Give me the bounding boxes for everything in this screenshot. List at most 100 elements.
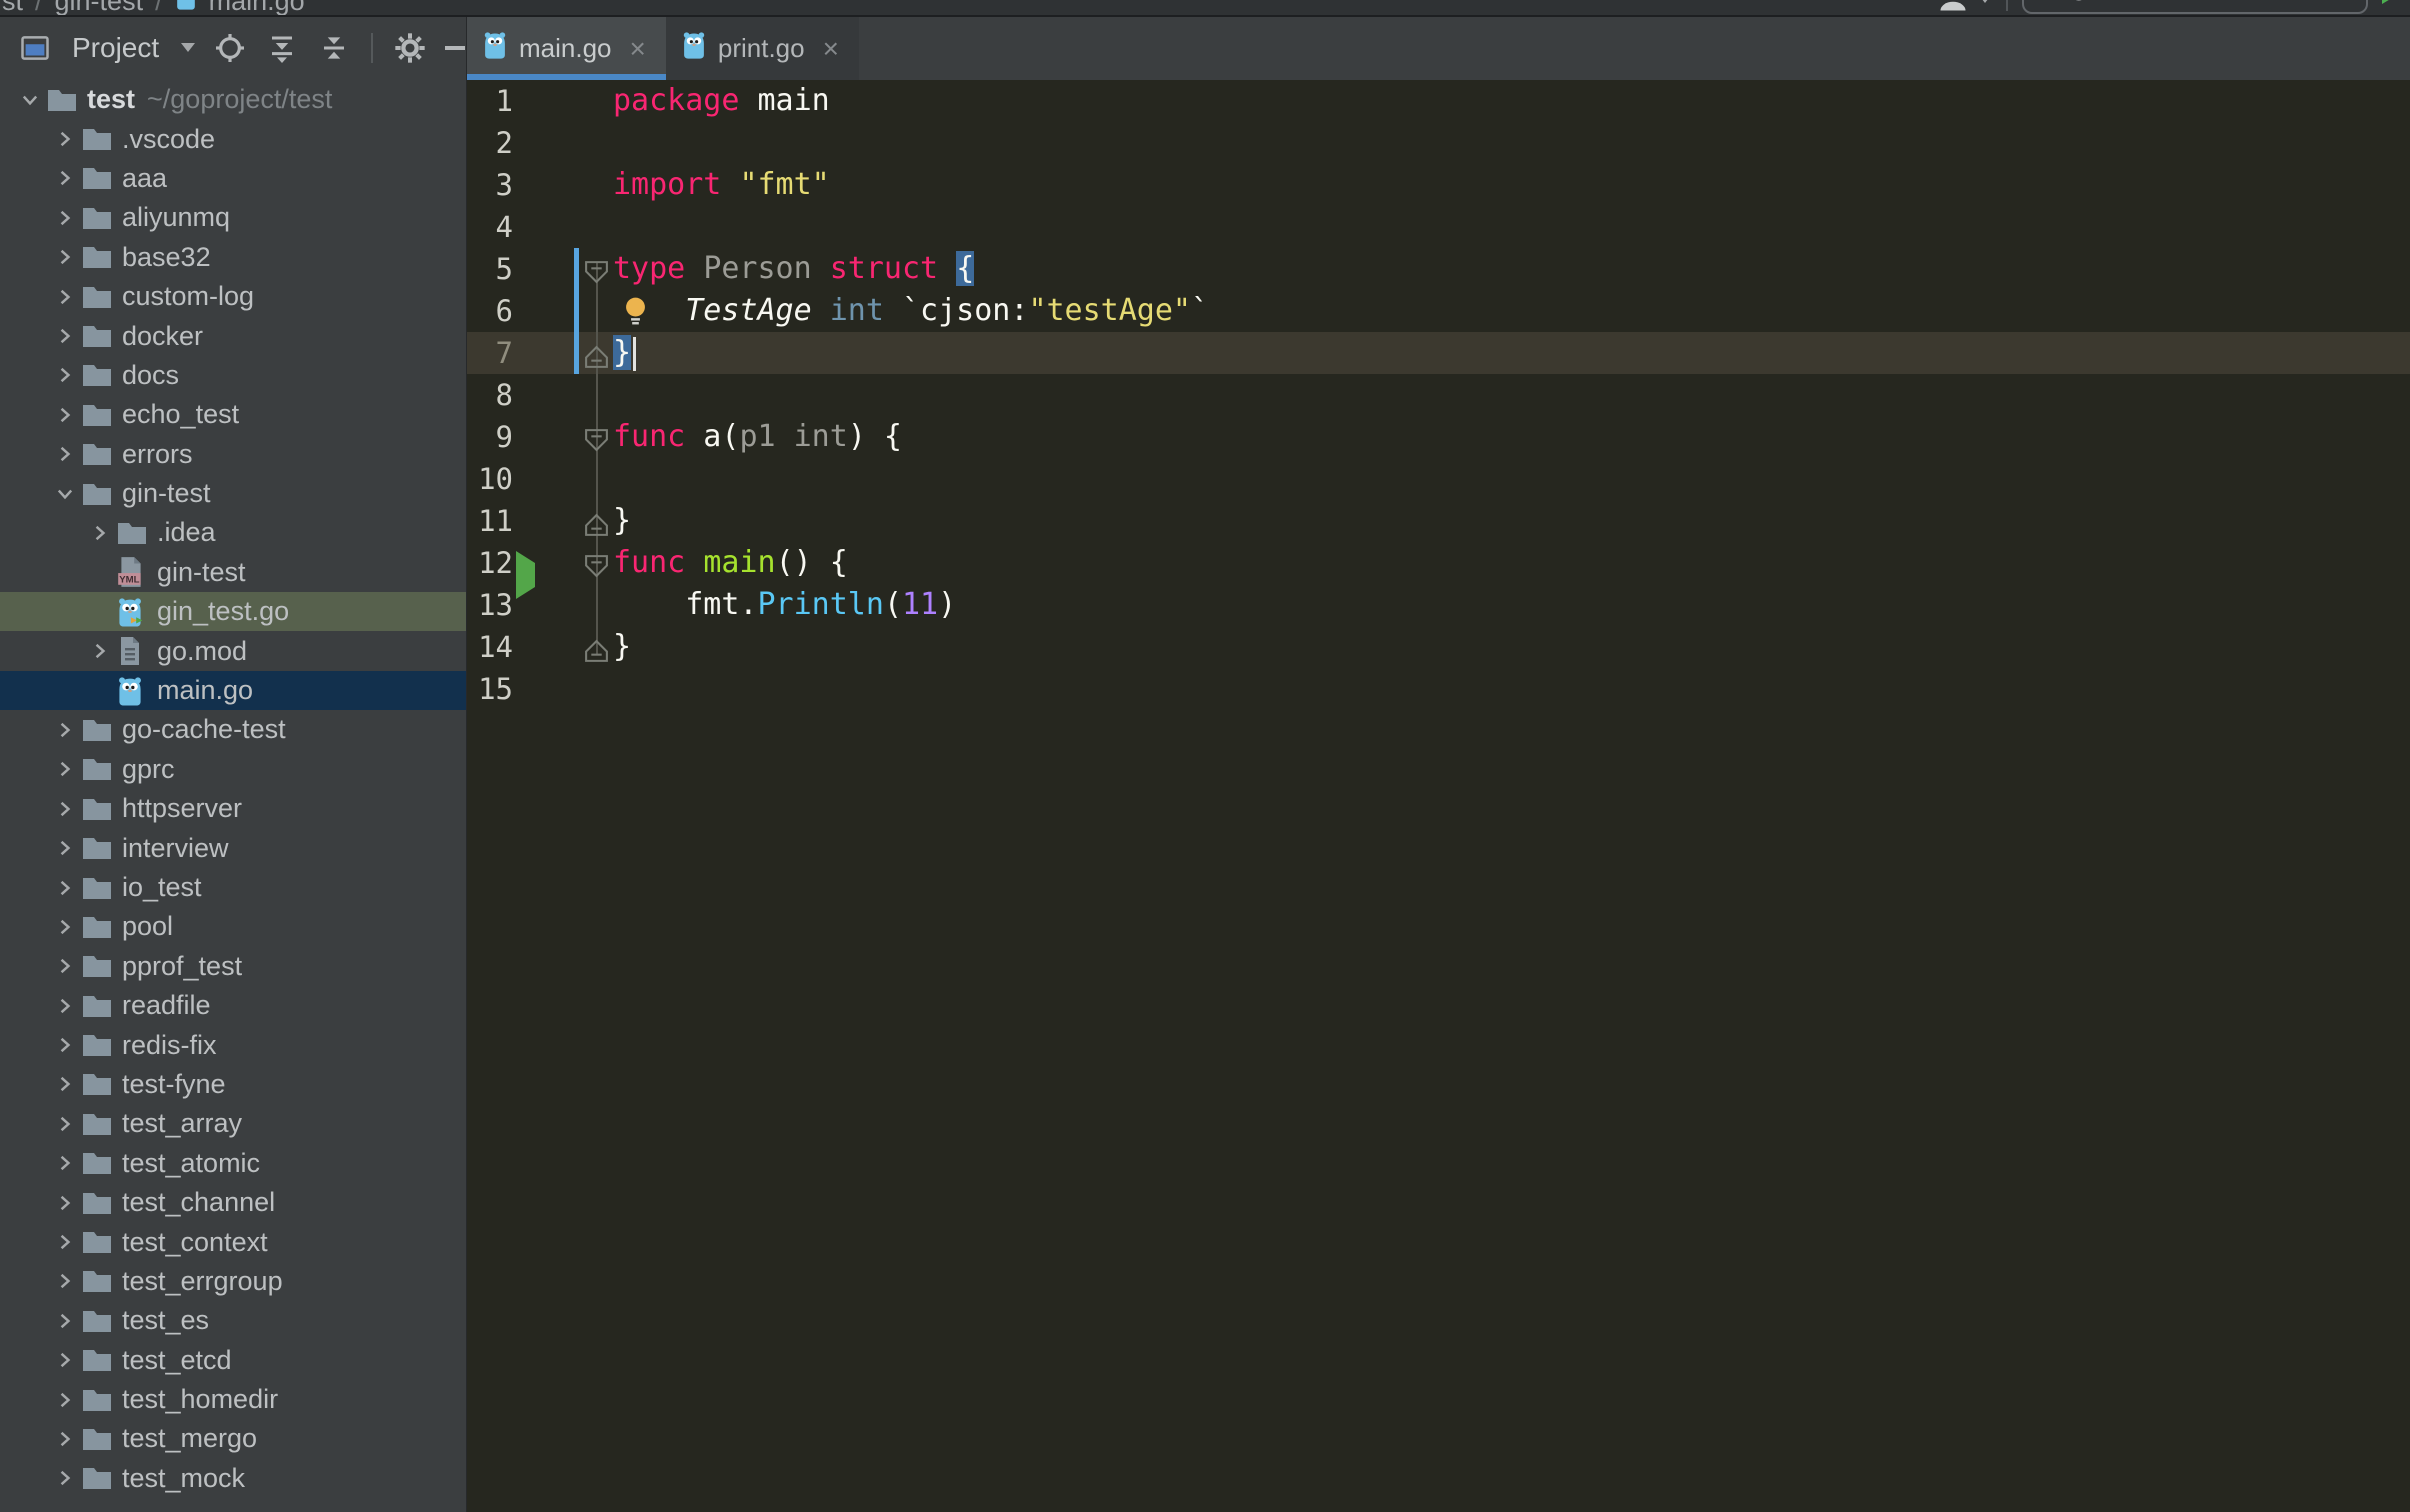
line-number[interactable]: 11 bbox=[467, 500, 513, 542]
tree-row[interactable]: test_atomic bbox=[0, 1144, 466, 1183]
chevron-right-icon[interactable] bbox=[48, 286, 82, 308]
tree-row[interactable]: redis-fix bbox=[0, 1025, 466, 1064]
tree-row[interactable]: httpserver bbox=[0, 789, 466, 828]
vcs-change-bar[interactable] bbox=[574, 248, 579, 374]
code-line[interactable]: 3import "fmt" bbox=[467, 164, 2410, 206]
line-number[interactable]: 3 bbox=[467, 164, 513, 206]
tree-row[interactable]: gin-test bbox=[0, 474, 466, 513]
tree-row[interactable]: test_errgroup bbox=[0, 1262, 466, 1301]
line-number[interactable]: 7 bbox=[467, 332, 513, 374]
tree-row[interactable]: docker bbox=[0, 316, 466, 355]
line-number[interactable]: 4 bbox=[467, 206, 513, 248]
breadcrumb-item[interactable]: main.go bbox=[209, 0, 305, 17]
line-number[interactable]: 6 bbox=[467, 290, 513, 332]
tree-row[interactable]: test_array bbox=[0, 1104, 466, 1143]
chevron-right-icon[interactable] bbox=[48, 167, 82, 189]
fold-marker-icon[interactable] bbox=[583, 340, 610, 367]
chevron-right-icon[interactable] bbox=[48, 1231, 82, 1253]
code-line[interactable]: 11} bbox=[467, 500, 2410, 542]
tab-close-icon[interactable]: × bbox=[823, 33, 839, 65]
tree-row[interactable]: test_mock bbox=[0, 1459, 466, 1498]
tree-row[interactable]: .idea bbox=[0, 513, 466, 552]
tree-row[interactable]: aaa bbox=[0, 159, 466, 198]
expand-all-icon[interactable] bbox=[265, 31, 299, 65]
tree-row[interactable]: readfile bbox=[0, 986, 466, 1025]
fold-marker-icon[interactable] bbox=[583, 634, 610, 661]
chevron-right-icon[interactable] bbox=[48, 1192, 82, 1214]
tree-row[interactable]: pprof_test bbox=[0, 947, 466, 986]
chevron-right-icon[interactable] bbox=[48, 1113, 82, 1135]
line-number[interactable]: 12 bbox=[467, 542, 513, 584]
chevron-right-icon[interactable] bbox=[48, 1034, 82, 1056]
run-config-select[interactable]: go build test/echo_test ▾ bbox=[2022, 0, 2368, 14]
chevron-right-icon[interactable] bbox=[48, 1467, 82, 1489]
code-line[interactable]: 5type Person struct { bbox=[467, 248, 2410, 290]
chevron-right-icon[interactable] bbox=[48, 758, 82, 780]
locate-file-icon[interactable] bbox=[213, 31, 247, 65]
tree-row[interactable]: test_homedir bbox=[0, 1380, 466, 1419]
fold-marker-icon[interactable] bbox=[583, 550, 610, 577]
code-line[interactable]: 12func main() { bbox=[467, 542, 2410, 584]
chevron-right-icon[interactable] bbox=[48, 837, 82, 859]
code-pane[interactable]: 1package main23import "fmt"45type Person… bbox=[467, 80, 2410, 1512]
tree-row[interactable]: gprc bbox=[0, 750, 466, 789]
run-play-button[interactable] bbox=[2382, 0, 2404, 4]
line-number[interactable]: 13 bbox=[467, 584, 513, 626]
tab-close-icon[interactable]: × bbox=[630, 33, 646, 65]
line-number[interactable]: 10 bbox=[467, 458, 513, 500]
chevron-right-icon[interactable] bbox=[48, 1270, 82, 1292]
line-number[interactable]: 5 bbox=[467, 248, 513, 290]
chevron-right-icon[interactable] bbox=[48, 1389, 82, 1411]
tree-row[interactable]: io_test bbox=[0, 868, 466, 907]
line-number[interactable]: 9 bbox=[467, 416, 513, 458]
tree-row[interactable]: gin_test.go bbox=[0, 592, 466, 631]
hide-panel-icon[interactable] bbox=[445, 46, 465, 50]
code-line[interactable]: 15 bbox=[467, 668, 2410, 710]
line-number[interactable]: 1 bbox=[467, 80, 513, 122]
project-title[interactable]: Project bbox=[72, 32, 159, 64]
chevron-right-icon[interactable] bbox=[48, 1073, 82, 1095]
line-number[interactable]: 2 bbox=[467, 122, 513, 164]
chevron-right-icon[interactable] bbox=[48, 1310, 82, 1332]
chevron-right-icon[interactable] bbox=[48, 719, 82, 741]
tree-row[interactable]: custom-log bbox=[0, 277, 466, 316]
breadcrumb-item[interactable]: gin-test bbox=[55, 0, 144, 17]
chevron-right-icon[interactable] bbox=[48, 364, 82, 386]
editor-tab[interactable]: main.go× bbox=[467, 17, 666, 80]
tree-row[interactable]: go-cache-test bbox=[0, 710, 466, 749]
line-number[interactable]: 14 bbox=[467, 626, 513, 668]
editor-tab[interactable]: print.go× bbox=[666, 17, 859, 80]
code-line[interactable]: 8 bbox=[467, 374, 2410, 416]
chevron-right-icon[interactable] bbox=[83, 640, 117, 662]
tree-row[interactable]: test_mergo bbox=[0, 1419, 466, 1458]
chevron-right-icon[interactable] bbox=[48, 325, 82, 347]
tree-row[interactable]: docs bbox=[0, 356, 466, 395]
tree-row[interactable]: echo_test bbox=[0, 395, 466, 434]
tree-row[interactable]: main.go bbox=[0, 671, 466, 710]
fold-marker-icon[interactable] bbox=[583, 508, 610, 535]
chevron-right-icon[interactable] bbox=[48, 1428, 82, 1450]
code-line[interactable]: 2 bbox=[467, 122, 2410, 164]
intention-bulb-icon[interactable] bbox=[622, 296, 649, 326]
chevron-right-icon[interactable] bbox=[48, 798, 82, 820]
chevron-right-icon[interactable] bbox=[48, 1152, 82, 1174]
chevron-right-icon[interactable] bbox=[48, 995, 82, 1017]
fold-marker-icon[interactable] bbox=[583, 256, 610, 283]
tree-row[interactable]: pool bbox=[0, 907, 466, 946]
chevron-right-icon[interactable] bbox=[48, 443, 82, 465]
chevron-right-icon[interactable] bbox=[48, 207, 82, 229]
chevron-down-icon[interactable] bbox=[48, 483, 82, 505]
tree-row[interactable]: test_es bbox=[0, 1301, 466, 1340]
line-number[interactable]: 8 bbox=[467, 374, 513, 416]
code-line[interactable]: 9func a(p1 int) { bbox=[467, 416, 2410, 458]
fold-marker-icon[interactable] bbox=[583, 424, 610, 451]
code-line[interactable]: 13 fmt.Println(11) bbox=[467, 584, 2410, 626]
code-line[interactable]: 10 bbox=[467, 458, 2410, 500]
breadcrumb-item[interactable]: st bbox=[2, 0, 23, 17]
chevron-down-icon[interactable] bbox=[181, 43, 195, 52]
code-line[interactable]: 1package main bbox=[467, 80, 2410, 122]
collapse-all-icon[interactable] bbox=[317, 31, 351, 65]
tree-row[interactable]: errors bbox=[0, 435, 466, 474]
chevron-right-icon[interactable] bbox=[48, 955, 82, 977]
run-line-icon[interactable] bbox=[516, 551, 535, 599]
